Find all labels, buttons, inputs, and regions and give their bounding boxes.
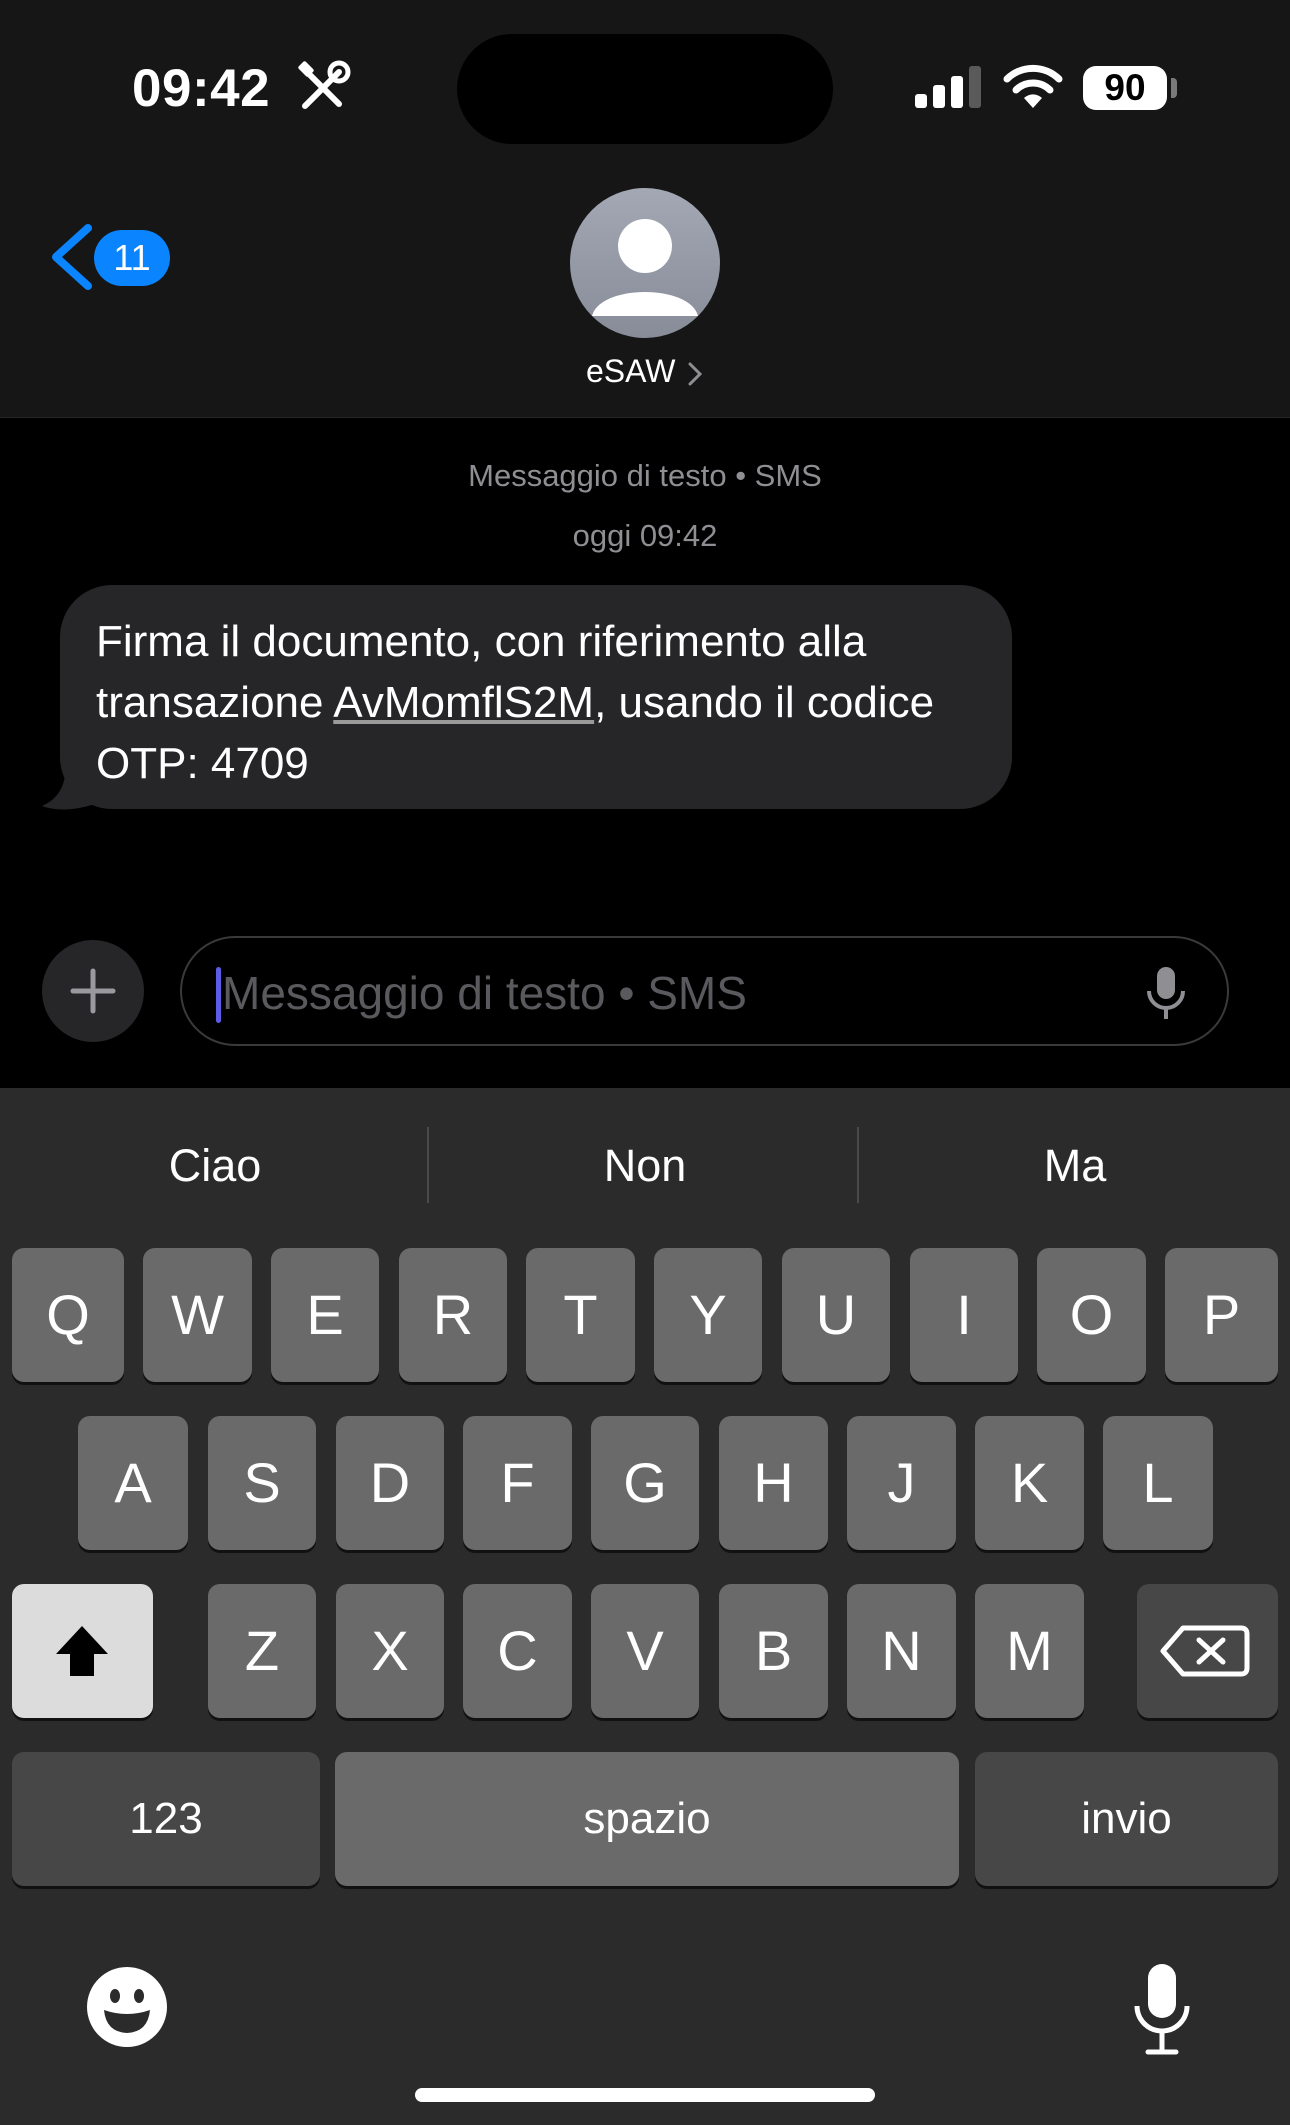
key-z[interactable]: Z: [208, 1584, 316, 1718]
key-m[interactable]: M: [975, 1584, 1084, 1718]
wifi-icon: [1003, 64, 1063, 108]
emoji-icon[interactable]: [86, 1966, 168, 2048]
key-u[interactable]: U: [782, 1248, 890, 1382]
chevron-right-icon[interactable]: [686, 360, 704, 388]
home-indicator[interactable]: [415, 2088, 875, 2102]
key-v[interactable]: V: [591, 1584, 699, 1718]
return-key[interactable]: invio: [975, 1752, 1278, 1886]
key-n[interactable]: N: [847, 1584, 956, 1718]
suggestion-separator: [857, 1127, 859, 1203]
key-k[interactable]: K: [975, 1416, 1084, 1550]
message-type-label: Messaggio di testo • SMS: [468, 458, 822, 493]
dynamic-island: [457, 34, 833, 144]
plus-icon: [70, 968, 116, 1014]
battery-cap: [1171, 78, 1177, 98]
key-e[interactable]: E: [271, 1248, 379, 1382]
key-o[interactable]: O: [1037, 1248, 1146, 1382]
key-w[interactable]: W: [143, 1248, 252, 1382]
suggestion-separator: [427, 1127, 429, 1203]
backspace-icon: [1160, 1625, 1250, 1677]
cellular-signal-icon: [915, 66, 981, 108]
tools-icon: [298, 60, 351, 109]
space-key[interactable]: spazio: [335, 1752, 959, 1886]
contact-name[interactable]: eSAW: [586, 353, 676, 390]
unread-count-badge[interactable]: 11: [94, 230, 170, 286]
key-l[interactable]: L: [1103, 1416, 1213, 1550]
key-c[interactable]: C: [463, 1584, 572, 1718]
key-x[interactable]: X: [336, 1584, 444, 1718]
key-p[interactable]: P: [1165, 1248, 1278, 1382]
suggestion-3[interactable]: Ma: [925, 1140, 1225, 1192]
key-b[interactable]: B: [719, 1584, 828, 1718]
person-icon: [592, 219, 698, 316]
shift-key[interactable]: [12, 1584, 153, 1718]
battery-indicator: 90: [1083, 66, 1167, 110]
delete-key[interactable]: [1137, 1584, 1278, 1718]
contact-avatar[interactable]: [570, 188, 720, 338]
key-j[interactable]: J: [847, 1416, 956, 1550]
incoming-message-bubble[interactable]: Firma il documento, con riferimento alla…: [60, 585, 1012, 809]
key-a[interactable]: A: [78, 1416, 188, 1550]
shift-arrow-icon: [56, 1626, 108, 1676]
transaction-link[interactable]: AvMomflS2M: [333, 678, 594, 727]
numbers-key[interactable]: 123: [12, 1752, 320, 1886]
key-r[interactable]: R: [399, 1248, 507, 1382]
text-cursor: [216, 967, 221, 1023]
key-i[interactable]: I: [910, 1248, 1018, 1382]
key-s[interactable]: S: [208, 1416, 316, 1550]
suggestion-2[interactable]: Non: [495, 1140, 795, 1192]
key-h[interactable]: H: [719, 1416, 828, 1550]
key-f[interactable]: F: [463, 1416, 572, 1550]
key-t[interactable]: T: [526, 1248, 635, 1382]
key-y[interactable]: Y: [654, 1248, 762, 1382]
apps-plus-button[interactable]: [42, 940, 144, 1042]
key-q[interactable]: Q: [12, 1248, 124, 1382]
status-time: 09:42: [132, 59, 271, 118]
key-d[interactable]: D: [336, 1416, 444, 1550]
message-timestamp: oggi 09:42: [572, 518, 718, 553]
message-input-placeholder: Messaggio di testo • SMS: [222, 967, 747, 1019]
dictation-mic-icon[interactable]: [1145, 965, 1187, 1021]
keyboard-dictation-icon[interactable]: [1132, 1962, 1192, 2056]
suggestion-1[interactable]: Ciao: [65, 1140, 365, 1192]
key-g[interactable]: G: [591, 1416, 699, 1550]
